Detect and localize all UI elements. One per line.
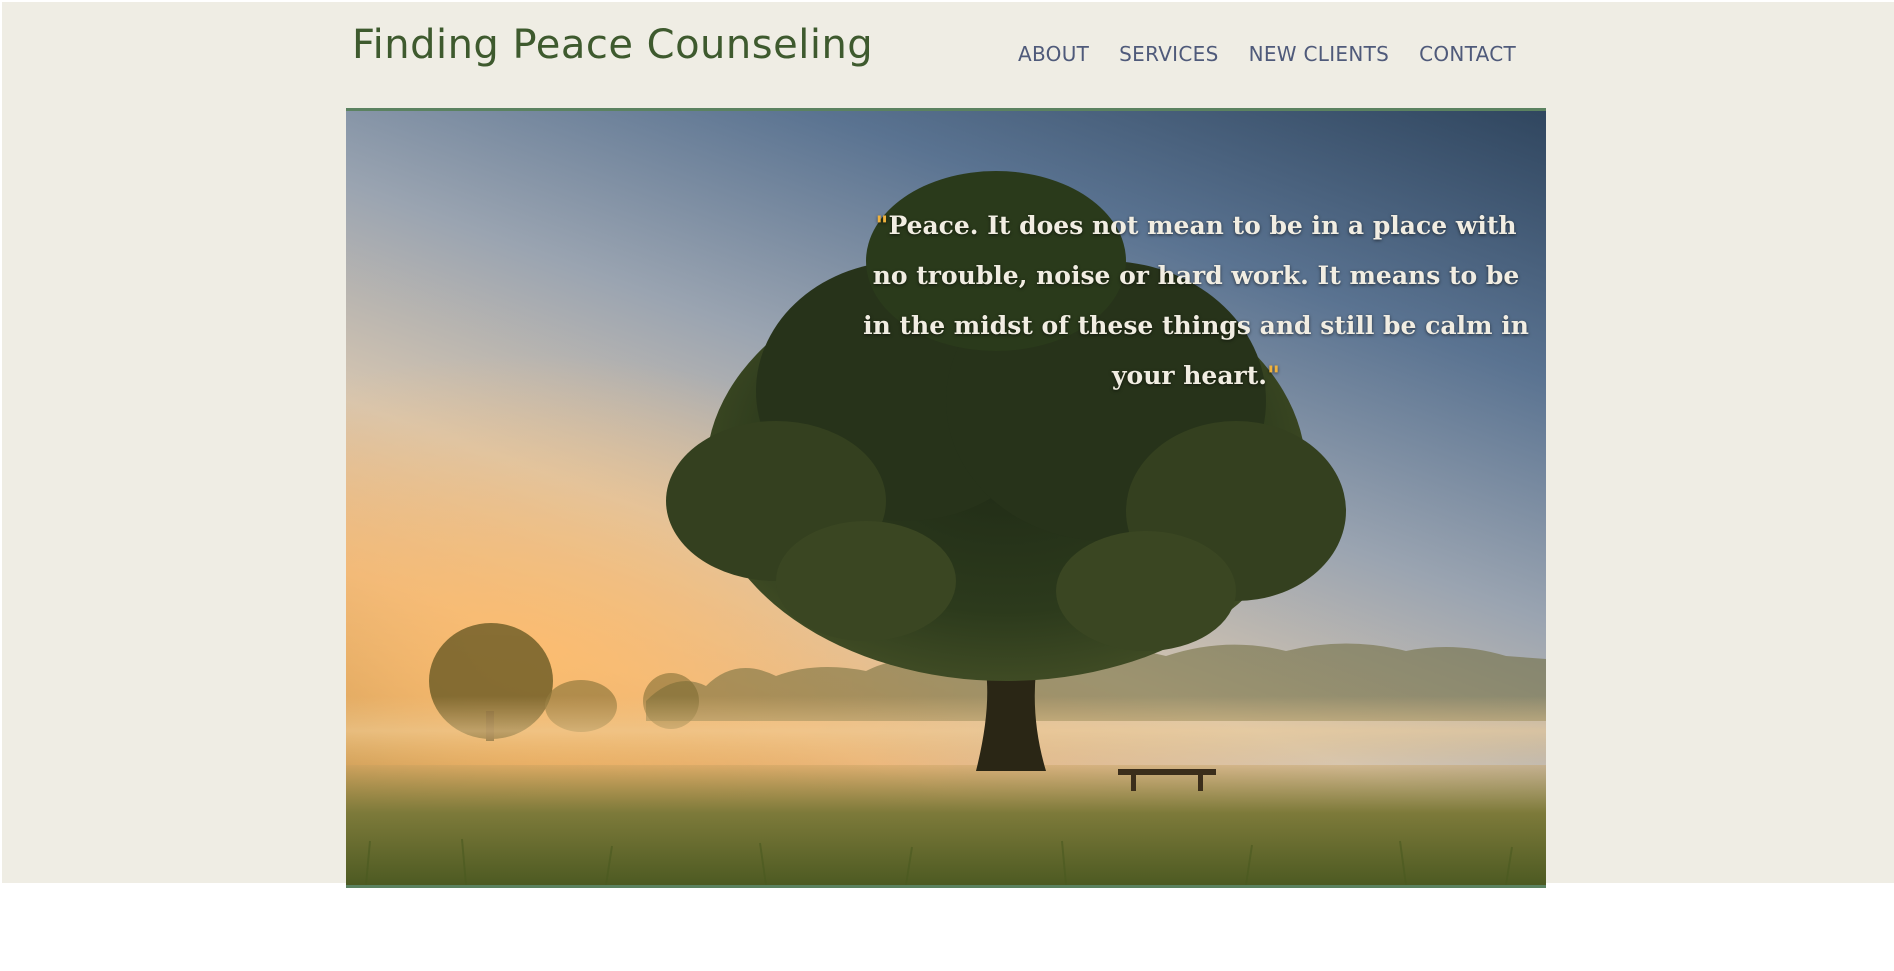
- grass: [365, 838, 1513, 885]
- main-nav: ABOUT SERVICES NEW CLIENTS CONTACT: [1018, 42, 1516, 66]
- hero-banner: "Peace. It does not mean to be in a plac…: [346, 108, 1546, 888]
- site-title[interactable]: Finding Peace Counseling: [352, 22, 873, 68]
- hero-quote: "Peace. It does not mean to be in a plac…: [856, 201, 1536, 401]
- quote-open-mark: ": [875, 211, 889, 240]
- nav-contact[interactable]: CONTACT: [1419, 42, 1516, 66]
- nav-about[interactable]: ABOUT: [1018, 42, 1089, 66]
- quote-text: Peace. It does not mean to be in a place…: [863, 211, 1529, 390]
- nav-new-clients[interactable]: NEW CLIENTS: [1249, 42, 1390, 66]
- nav-services[interactable]: SERVICES: [1119, 42, 1218, 66]
- park-bench: [1118, 769, 1216, 791]
- quote-close-mark: ": [1266, 361, 1280, 390]
